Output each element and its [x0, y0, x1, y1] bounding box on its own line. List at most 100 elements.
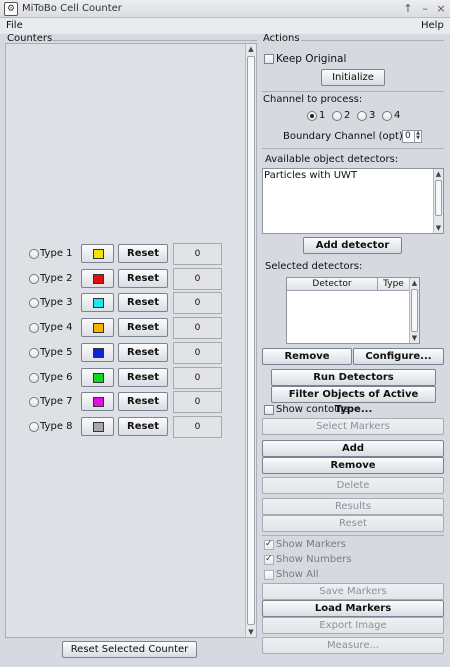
show-numbers-checkbox[interactable] — [264, 554, 274, 565]
list-item[interactable]: Particles with UWT — [264, 170, 357, 181]
add-detector-button[interactable]: Add detector — [303, 237, 402, 254]
group-divider — [52, 40, 257, 41]
scroll-down-icon[interactable]: ▼ — [410, 333, 419, 343]
counter-type-7-label: Type 7 — [40, 396, 73, 407]
counter-type-3-color-button[interactable] — [81, 293, 114, 312]
counter-type-2-reset-button[interactable]: Reset — [118, 269, 168, 288]
scroll-up-icon[interactable]: ▲ — [246, 44, 256, 54]
actions-group-title: Actions — [263, 33, 300, 44]
color-swatch — [93, 274, 104, 284]
channel-2-label: 2 — [344, 110, 351, 121]
show-markers-checkbox[interactable] — [264, 539, 274, 550]
channel-3-label: 3 — [369, 110, 376, 121]
counter-type-5-color-button[interactable] — [81, 343, 114, 362]
show-all-checkbox[interactable] — [264, 570, 274, 580]
channel-4-radio[interactable] — [382, 111, 392, 121]
counter-type-8-label: Type 8 — [40, 421, 73, 432]
scroll-thumb[interactable] — [435, 180, 442, 216]
menu-bar: File Help — [0, 18, 450, 34]
counter-type-8-reset-button[interactable]: Reset — [118, 417, 168, 436]
minimize-button[interactable]: – — [418, 2, 432, 16]
counter-type-6-count: 0 — [173, 367, 222, 389]
counter-type-4-count: 0 — [173, 317, 222, 339]
keep-original-checkbox[interactable] — [264, 54, 274, 64]
select-markers-button[interactable]: Select Markers — [262, 418, 444, 435]
counter-type-4-color-button[interactable] — [81, 318, 114, 337]
measure-button[interactable]: Measure... — [262, 637, 444, 654]
channel-1-radio[interactable] — [307, 111, 317, 121]
counter-type-2-radio[interactable] — [29, 274, 39, 284]
available-list-scrollbar[interactable]: ▲ ▼ — [433, 169, 443, 233]
selected-detectors-table[interactable]: Detector Type ▲ ▼ — [286, 277, 420, 344]
counter-type-1-radio[interactable] — [29, 249, 39, 259]
show-numbers-label: Show Numbers — [276, 554, 352, 565]
filter-objects-button[interactable]: Filter Objects of Active Type... — [271, 386, 436, 415]
column-header-detector[interactable]: Detector — [287, 278, 378, 291]
menu-help[interactable]: Help — [421, 20, 444, 31]
available-detectors-list[interactable]: Particles with UWT ▲ ▼ — [262, 168, 444, 234]
results-button[interactable]: Results — [262, 498, 444, 515]
spinner-arrows-icon[interactable]: ▲ ▼ — [414, 131, 421, 142]
counter-list-scrollbar[interactable]: ▲ ▼ — [245, 44, 256, 637]
title-bar: ⚙ MiToBo Cell Counter ↑ – × — [0, 0, 450, 18]
color-swatch — [93, 249, 104, 259]
counter-type-4-radio[interactable] — [29, 323, 39, 333]
scroll-down-icon[interactable]: ▼ — [246, 627, 256, 637]
color-swatch — [93, 373, 104, 383]
export-image-button[interactable]: Export Image — [262, 617, 444, 634]
reset-selected-counter-button[interactable]: Reset Selected Counter — [62, 641, 197, 658]
counter-type-4-label: Type 4 — [40, 322, 73, 333]
channel-2-radio[interactable] — [332, 111, 342, 121]
remove-marker-button[interactable]: Remove — [262, 457, 444, 474]
initialize-button[interactable]: Initialize — [321, 69, 385, 86]
save-markers-button[interactable]: Save Markers — [262, 583, 444, 600]
counter-type-1-count: 0 — [173, 243, 222, 265]
counter-type-6-reset-button[interactable]: Reset — [118, 368, 168, 387]
counter-type-1-reset-button[interactable]: Reset — [118, 244, 168, 263]
counter-type-3-radio[interactable] — [29, 298, 39, 308]
counter-type-5-radio[interactable] — [29, 348, 39, 358]
counter-type-2-label: Type 2 — [40, 273, 73, 284]
counter-type-8-color-button[interactable] — [81, 417, 114, 436]
counter-type-3-reset-button[interactable]: Reset — [118, 293, 168, 312]
close-button[interactable]: × — [434, 2, 448, 16]
counter-type-8-radio[interactable] — [29, 422, 39, 432]
counter-type-6-radio[interactable] — [29, 373, 39, 383]
counter-type-4-reset-button[interactable]: Reset — [118, 318, 168, 337]
channel-3-radio[interactable] — [357, 111, 367, 121]
scroll-thumb[interactable] — [247, 56, 255, 625]
available-detectors-label: Available object detectors: — [265, 154, 399, 165]
scroll-up-icon[interactable]: ▲ — [434, 169, 443, 179]
channel-4-label: 4 — [394, 110, 401, 121]
counter-type-7-reset-button[interactable]: Reset — [118, 392, 168, 411]
configure-button[interactable]: Configure... — [353, 348, 444, 365]
selected-table-scrollbar[interactable]: ▲ ▼ — [409, 278, 419, 343]
reset-button[interactable]: Reset — [262, 515, 444, 532]
scroll-thumb[interactable] — [411, 289, 418, 332]
color-swatch — [93, 422, 104, 432]
show-contours-checkbox[interactable] — [264, 405, 274, 415]
add-marker-button[interactable]: Add — [262, 440, 444, 457]
keep-above-button[interactable]: ↑ — [401, 2, 415, 16]
scroll-up-icon[interactable]: ▲ — [410, 278, 419, 288]
counter-type-7-count: 0 — [173, 391, 222, 413]
delete-button[interactable]: Delete — [262, 477, 444, 494]
counter-type-1-color-button[interactable] — [81, 244, 114, 263]
counter-type-6-color-button[interactable] — [81, 368, 114, 387]
run-detectors-button[interactable]: Run Detectors — [271, 369, 436, 386]
scroll-down-icon[interactable]: ▼ — [434, 223, 443, 233]
color-swatch — [93, 348, 104, 358]
counter-type-7-radio[interactable] — [29, 397, 39, 407]
window-title: MiToBo Cell Counter — [22, 3, 122, 14]
remove-detector-button[interactable]: Remove — [262, 348, 352, 365]
counter-type-5-reset-button[interactable]: Reset — [118, 343, 168, 362]
column-header-type[interactable]: Type — [378, 278, 409, 291]
counter-type-2-color-button[interactable] — [81, 269, 114, 288]
counter-type-3-count: 0 — [173, 292, 222, 314]
counter-type-7-color-button[interactable] — [81, 392, 114, 411]
counter-type-5-label: Type 5 — [40, 347, 73, 358]
divider — [262, 91, 444, 92]
boundary-channel-spinner[interactable]: 0 ▲ ▼ — [402, 130, 422, 143]
menu-file[interactable]: File — [6, 20, 23, 31]
load-markers-button[interactable]: Load Markers — [262, 600, 444, 617]
